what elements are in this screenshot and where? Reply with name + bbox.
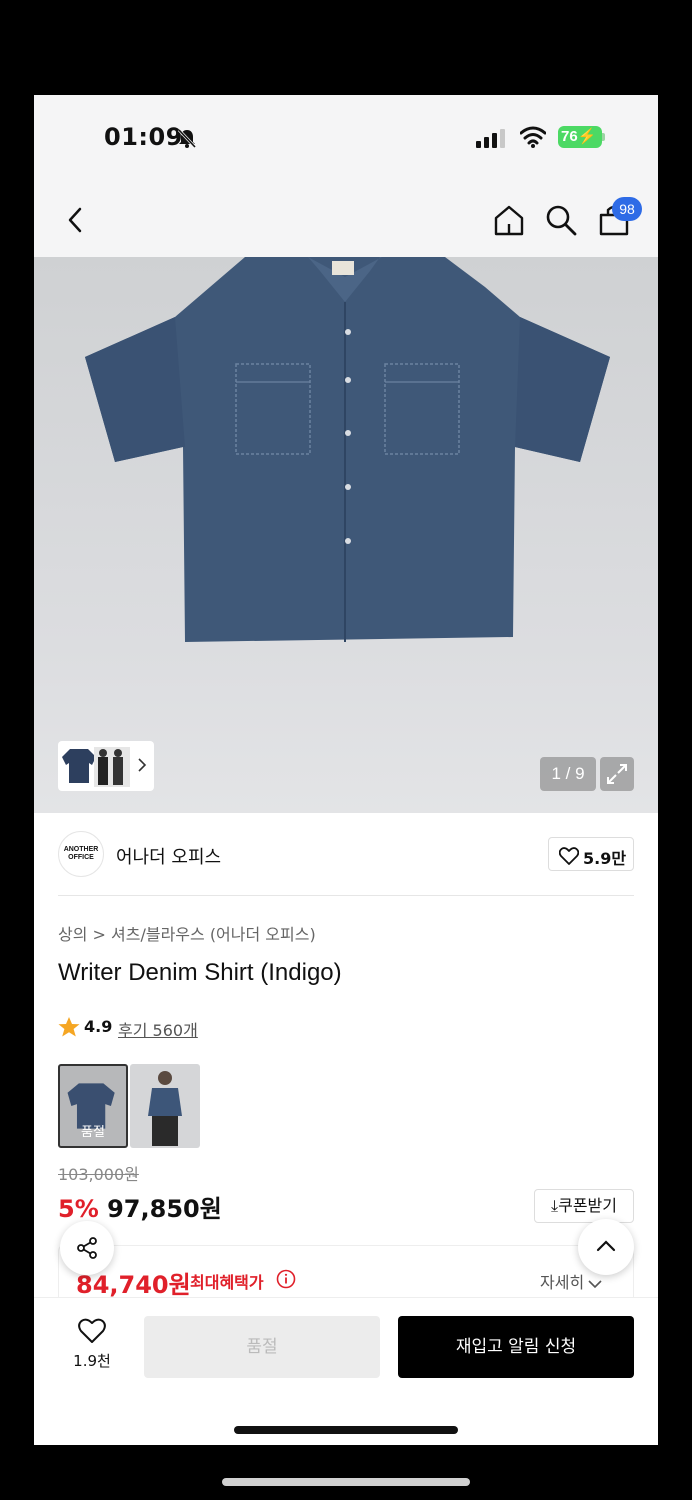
chevron-up-icon <box>596 1240 616 1252</box>
review-count-link[interactable]: 후기 560개 <box>118 1017 198 1041</box>
category-breadcrumb[interactable]: 상의 > 셔츠/블라우스 (어나더 오피스) <box>58 921 316 945</box>
soldout-button[interactable]: 품절 <box>144 1316 380 1378</box>
heart-icon <box>78 1318 106 1343</box>
outer-home-indicator <box>222 1478 470 1486</box>
home-icon[interactable] <box>492 203 526 237</box>
app-screen: 01:09 76⚡ 98 1 / 9 ANOTHER OFFICE 어나더 오피… <box>34 95 658 1445</box>
product-image-gallery[interactable]: 1 / 9 <box>34 257 658 813</box>
image-counter: 1 / 9 <box>540 757 596 791</box>
original-price: 103,000원 <box>58 1165 139 1184</box>
scroll-to-top-button[interactable] <box>578 1219 634 1275</box>
chevron-right-icon <box>138 758 147 772</box>
chevron-down-icon <box>588 1279 602 1288</box>
thumbnail-shirt-image <box>62 749 96 783</box>
brand-logo[interactable]: ANOTHER OFFICE <box>58 831 104 877</box>
heart-icon <box>559 847 579 865</box>
coupon-label: 쿠폰받기 <box>558 1196 617 1215</box>
info-icon[interactable] <box>276 1269 296 1289</box>
brand-row[interactable]: ANOTHER OFFICE 어나더 오피스 5.9만 <box>58 831 634 885</box>
wifi-icon <box>520 126 546 148</box>
top-nav-bar: 98 <box>34 185 658 257</box>
wishlist-button[interactable]: 1.9천 <box>58 1318 126 1378</box>
product-title: Writer Denim Shirt (Indigo) <box>58 959 342 986</box>
home-indicator <box>234 1426 458 1434</box>
color-option-indigo[interactable]: 품절 <box>58 1064 128 1148</box>
expand-button[interactable] <box>600 757 634 791</box>
option-soldout-label: 품절 <box>81 1125 105 1140</box>
color-option-model[interactable] <box>130 1064 200 1148</box>
expand-icon <box>607 764 627 784</box>
battery-level: 76 <box>561 128 578 145</box>
rating-score: 4.9 <box>84 1017 113 1036</box>
status-time: 01:09 <box>104 123 183 151</box>
restock-alert-button[interactable]: 재입고 알림 신청 <box>398 1316 634 1378</box>
sale-price-row: 5% 97,850원 <box>58 1189 222 1224</box>
option-model-image <box>148 1071 182 1146</box>
star-icon <box>58 1017 80 1037</box>
battery-indicator: 76⚡ <box>558 126 602 148</box>
bell-muted-icon <box>177 128 197 149</box>
thumbnail-model-image <box>94 747 130 787</box>
discount-percent: 5% <box>58 1195 99 1223</box>
back-arrow-icon[interactable] <box>64 205 86 235</box>
detail-label: 자세히 <box>540 1273 585 1292</box>
brand-like-count: 5.9만 <box>583 849 627 868</box>
cellular-signal-icon <box>476 129 505 148</box>
benefit-detail-toggle[interactable]: 자세히 <box>540 1269 602 1293</box>
coupon-download-button[interactable]: ⤓쿠폰받기 <box>534 1189 634 1223</box>
share-button[interactable] <box>60 1221 114 1275</box>
sale-price: 97,850원 <box>107 1195 222 1223</box>
battery-tip <box>602 133 605 141</box>
status-bar: 01:09 76⚡ <box>34 95 658 185</box>
brand-like-button[interactable]: 5.9만 <box>548 837 634 871</box>
cart-count-badge: 98 <box>612 197 642 221</box>
divider <box>58 895 634 896</box>
wishlist-count: 1.9천 <box>73 1352 111 1370</box>
search-icon[interactable] <box>544 203 578 237</box>
share-icon <box>77 1237 97 1259</box>
max-benefit-label: 최대혜택가 <box>190 1273 264 1292</box>
bottom-action-bar: 1.9천 품절 재입고 알림 신청 <box>34 1297 658 1445</box>
product-image <box>85 257 610 642</box>
color-thumbnail-strip[interactable] <box>58 741 154 791</box>
brand-name[interactable]: 어나더 오피스 <box>116 843 221 869</box>
